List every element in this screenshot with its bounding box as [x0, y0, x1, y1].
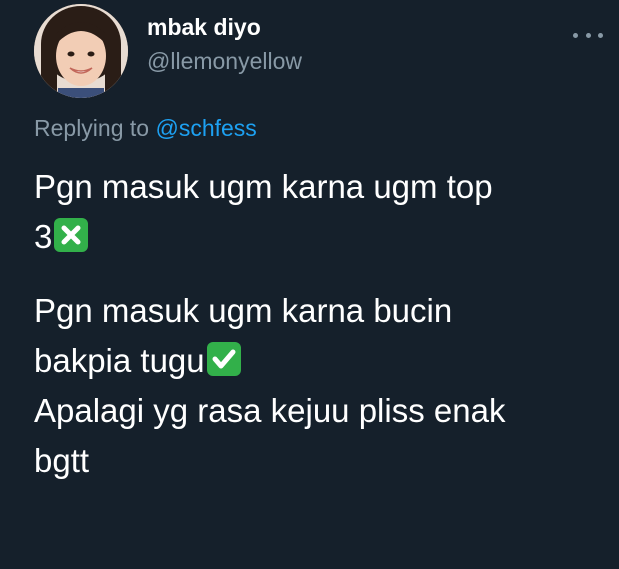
user-handle[interactable]: @llemonyellow	[147, 46, 302, 76]
tweet-paragraph-1: Pgn masuk ugm karna ugm top 3	[34, 162, 604, 262]
tweet-text-line: bakpia tugu	[34, 342, 205, 379]
check-mark-emoji-icon	[206, 342, 241, 376]
more-horizontal-icon	[585, 32, 591, 38]
avatar[interactable]	[34, 4, 128, 98]
tweet-text-line: Apalagi yg rasa kejuu pliss enak	[34, 392, 506, 429]
tweet-text-line: 3	[34, 218, 53, 255]
tweet-text-line: Pgn masuk ugm karna ugm top	[34, 168, 493, 205]
user-names: mbak diyo @llemonyellow	[147, 12, 302, 76]
more-horizontal-icon	[573, 32, 578, 38]
more-horizontal-icon	[598, 32, 603, 38]
tweet-body: Pgn masuk ugm karna ugm top 3 Pgn masuk …	[34, 162, 604, 486]
tweet-paragraph-2: Pgn masuk ugm karna bucin bakpia tugu Ap…	[34, 286, 604, 486]
display-name[interactable]: mbak diyo	[147, 12, 302, 42]
more-options-button[interactable]	[573, 30, 603, 40]
tweet-header: mbak diyo @llemonyellow	[34, 4, 302, 98]
reply-mention-link[interactable]: @schfess	[155, 115, 256, 141]
replying-to-line: Replying to @schfess	[34, 113, 257, 143]
avatar-photo	[34, 4, 128, 98]
cross-mark-emoji-icon	[54, 218, 89, 252]
tweet-text-line: bgtt	[34, 442, 90, 479]
replying-to-label: Replying to	[34, 115, 150, 141]
tweet-card: mbak diyo @llemonyellow Replying to @sch…	[0, 0, 619, 569]
tweet-text-line: Pgn masuk ugm karna bucin	[34, 292, 453, 329]
